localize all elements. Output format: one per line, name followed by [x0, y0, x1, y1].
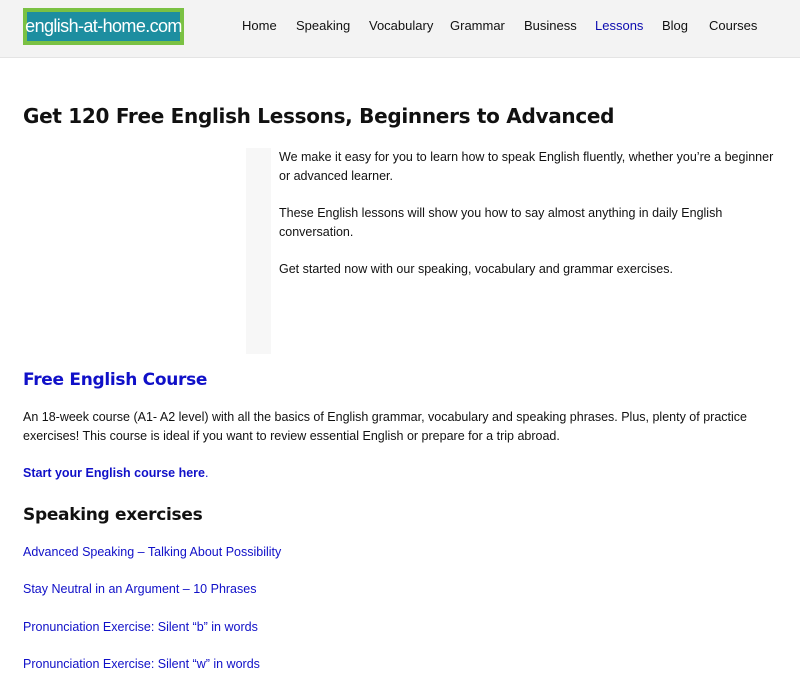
nav-speaking[interactable]: Speaking — [296, 18, 350, 36]
intro-paragraph-2: These English lessons will show you how … — [279, 206, 723, 239]
nav-courses[interactable]: Courses — [709, 18, 757, 36]
site-logo[interactable]: english-at-home.com — [23, 8, 184, 45]
nav-vocabulary[interactable]: Vocabulary — [369, 18, 433, 36]
site-header: english-at-home.com Home Speaking Vocabu… — [0, 0, 800, 58]
exercise-link-silent-b[interactable]: Pronunciation Exercise: Silent “b” in wo… — [23, 618, 258, 637]
logo-text: english-at-home.com — [25, 16, 182, 36]
intro-divider — [246, 148, 271, 354]
exercise-link-advanced-speaking[interactable]: Advanced Speaking – Talking About Possib… — [23, 543, 281, 562]
exercise-link-silent-w[interactable]: Pronunciation Exercise: Silent “w” in wo… — [23, 655, 260, 674]
intro-paragraph-3: Get started now with our speaking, vocab… — [279, 262, 673, 276]
nav-lessons[interactable]: Lessons — [595, 18, 643, 36]
start-course-period: . — [205, 466, 209, 480]
nav-business[interactable]: Business — [524, 18, 577, 36]
intro-paragraph-1: We make it easy for you to learn how to … — [279, 150, 774, 183]
course-description: An 18-week course (A1- A2 level) with al… — [23, 410, 747, 443]
exercise-link-stay-neutral[interactable]: Stay Neutral in an Argument – 10 Phrases — [23, 580, 256, 599]
speaking-exercises-heading: Speaking exercises — [23, 505, 203, 525]
nav-grammar[interactable]: Grammar — [450, 18, 505, 36]
nav-blog[interactable]: Blog — [662, 18, 688, 36]
start-course-line: Start your English course here. — [23, 464, 208, 483]
free-course-heading[interactable]: Free English Course — [23, 370, 207, 390]
page-title: Get 120 Free English Lessons, Beginners … — [23, 104, 615, 128]
nav-home[interactable]: Home — [242, 18, 277, 36]
start-course-link[interactable]: Start your English course here — [23, 466, 205, 480]
